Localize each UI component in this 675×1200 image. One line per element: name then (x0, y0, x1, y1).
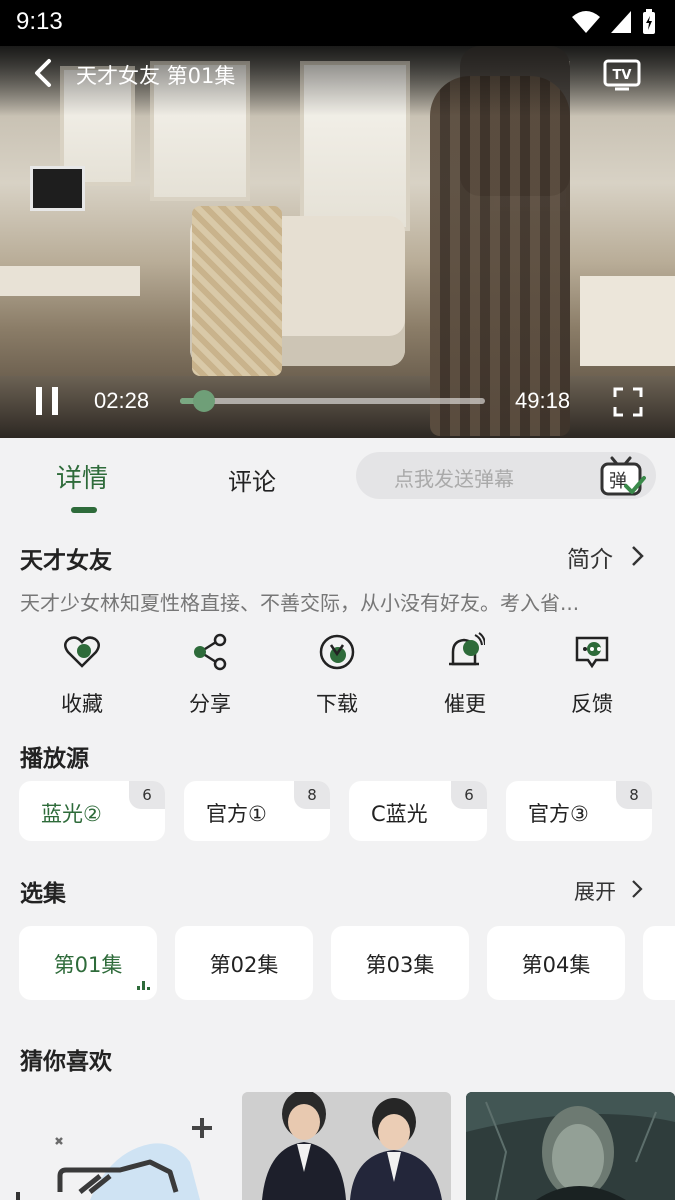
show-description: 天才少女林知夏性格直接、不善交际，从小没有好友。考入省... (20, 591, 580, 615)
back-button[interactable] (26, 56, 60, 90)
episode-name: 第02集 (209, 953, 279, 977)
heart-icon (64, 636, 100, 668)
chevron-right-icon[interactable] (630, 879, 644, 899)
desk (0, 266, 140, 296)
download-button[interactable]: 下载 (292, 632, 382, 718)
status-bar: 9:13 (0, 0, 675, 46)
recommend-card-placeholder[interactable] (0, 1092, 228, 1200)
signal-icon (611, 11, 631, 33)
share-button[interactable]: 分享 (165, 632, 255, 718)
cabinet (580, 276, 675, 366)
episode-name: 第04集 (521, 953, 591, 977)
video-player[interactable] (0, 46, 675, 438)
wifi-icon (572, 11, 600, 33)
chevron-right-icon[interactable] (629, 545, 645, 567)
chevron-left-icon (35, 59, 51, 87)
tab-details[interactable]: 详情 (56, 458, 108, 495)
action-label: 分享 (189, 692, 231, 716)
duration: 49:18 (515, 388, 571, 413)
favorite-button[interactable]: 收藏 (37, 632, 127, 718)
feedback-icon (575, 636, 609, 669)
source-item[interactable]: 官方① 8 (184, 781, 330, 841)
source-count-badge: 8 (616, 781, 652, 809)
person-legs (430, 76, 570, 436)
episode-item[interactable]: 第01集 (19, 926, 157, 1000)
battery-icon (643, 9, 655, 34)
danmu-placeholder: 点我发送弹幕 (394, 467, 514, 491)
recommend-title: 猜你喜欢 (20, 1049, 112, 1075)
episode-item[interactable]: 第03集 (331, 926, 469, 1000)
source-item[interactable]: 官方③ 8 (506, 781, 652, 841)
source-item[interactable]: C蓝光 6 (349, 781, 487, 841)
fullscreen-icon[interactable] (612, 386, 644, 418)
recommend-card[interactable] (466, 1092, 675, 1200)
episode-name: 第03集 (365, 953, 435, 977)
source-count-badge: 8 (294, 781, 330, 809)
show-title: 天才女友 (20, 548, 112, 574)
current-time: 02:28 (94, 388, 150, 413)
svg-text:TV: TV (613, 68, 632, 83)
poster-image (466, 1092, 675, 1200)
bell-icon (449, 632, 486, 666)
tab-indicator (71, 507, 97, 513)
feedback-button[interactable]: 反馈 (547, 632, 637, 718)
episode-item-partial[interactable] (643, 926, 675, 1000)
sources-title: 播放源 (20, 746, 89, 772)
image-placeholder-icon (16, 1118, 212, 1200)
intro-link[interactable]: 简介 (567, 540, 613, 574)
action-label: 催更 (444, 692, 486, 716)
source-count-badge: 6 (451, 781, 487, 809)
pause-icon[interactable] (30, 384, 64, 418)
episode-name: 第01集 (53, 953, 123, 977)
tv-cast-icon[interactable]: TV (602, 56, 642, 92)
playing-bars-icon (137, 981, 150, 990)
episode-item[interactable]: 第02集 (175, 926, 313, 1000)
progress-bar[interactable] (180, 390, 485, 412)
status-time: 9:13 (16, 8, 63, 35)
remind-button[interactable]: 催更 (420, 632, 510, 718)
poster-image (242, 1092, 451, 1200)
download-icon (319, 634, 355, 670)
episode-item[interactable]: 第04集 (487, 926, 625, 1000)
recommend-card[interactable] (242, 1092, 451, 1200)
source-item[interactable]: 蓝光② 6 (19, 781, 165, 841)
danmu-toggle-icon[interactable]: 弹 (598, 456, 646, 498)
share-icon (194, 633, 227, 671)
blanket (192, 206, 282, 376)
action-label: 反馈 (571, 692, 613, 716)
episodes-title: 选集 (20, 881, 66, 907)
danmu-icon-char: 弹 (609, 471, 627, 492)
source-count-badge: 6 (129, 781, 165, 809)
expand-link[interactable]: 展开 (574, 876, 616, 906)
action-label: 下载 (316, 692, 358, 716)
action-label: 收藏 (61, 692, 103, 716)
status-icons (571, 8, 657, 36)
monitor (30, 166, 85, 211)
video-title: 天才女友 第01集 (76, 64, 236, 88)
tab-comments[interactable]: 评论 (228, 462, 276, 497)
